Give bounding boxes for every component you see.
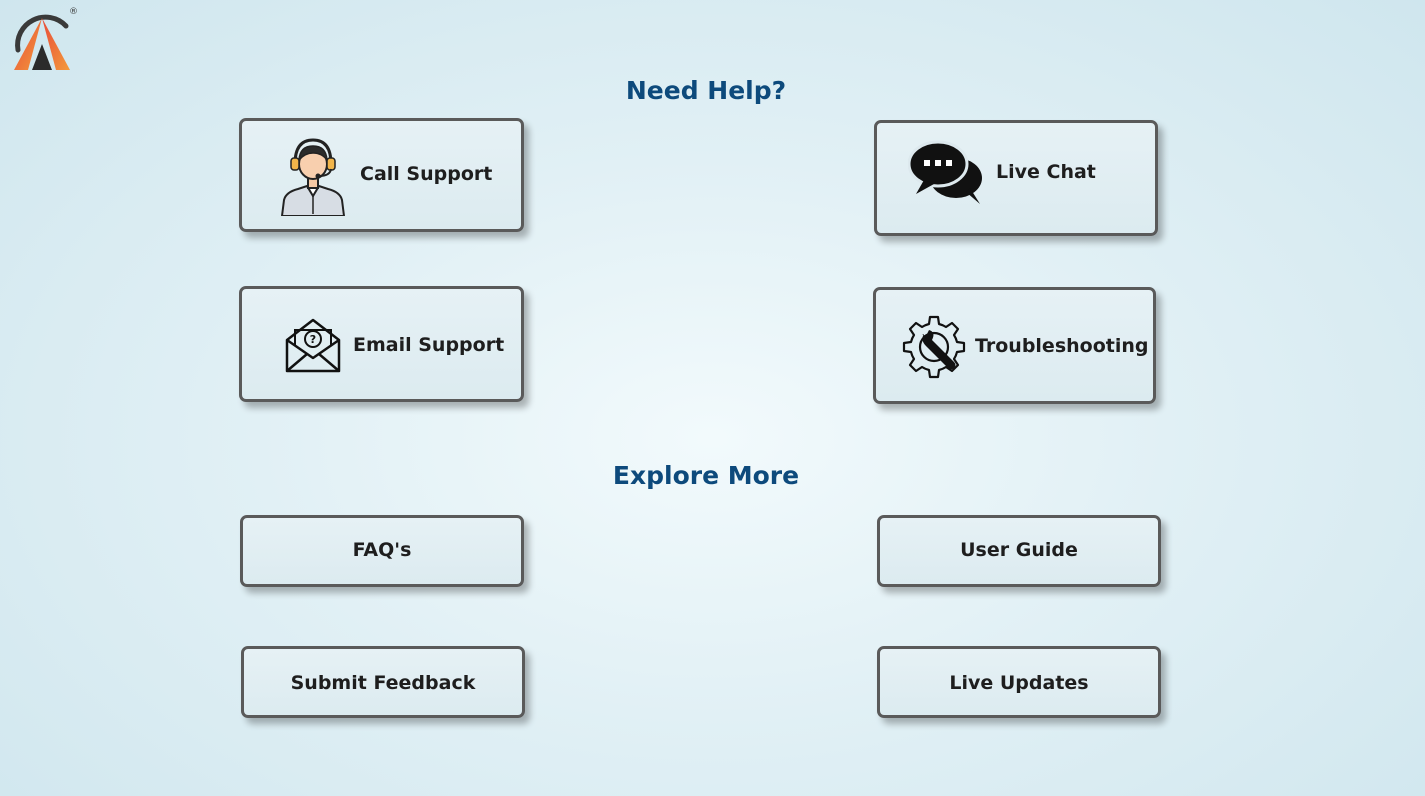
- brand-logo[interactable]: ®: [8, 4, 80, 74]
- troubleshooting-button[interactable]: Troubleshooting: [873, 287, 1156, 404]
- submit-feedback-label: Submit Feedback: [290, 672, 476, 694]
- svg-text:?: ?: [310, 333, 316, 346]
- gear-wrench-icon: [902, 315, 966, 379]
- call-support-button[interactable]: Call Support: [239, 118, 524, 232]
- live-chat-label: Live Chat: [996, 161, 1096, 183]
- submit-feedback-button[interactable]: Submit Feedback: [241, 646, 525, 718]
- user-guide-button[interactable]: User Guide: [877, 515, 1161, 587]
- headset-agent-icon: [280, 138, 346, 216]
- registered-mark: ®: [69, 7, 78, 17]
- explore-more-heading: Explore More: [612, 461, 800, 490]
- email-question-icon: ?: [285, 318, 341, 373]
- user-guide-label: User Guide: [960, 539, 1078, 561]
- need-help-heading: Need Help?: [625, 76, 787, 105]
- faqs-label: FAQ's: [352, 539, 412, 561]
- live-chat-button[interactable]: Live Chat: [874, 120, 1158, 236]
- live-updates-label: Live Updates: [949, 672, 1089, 694]
- faqs-button[interactable]: FAQ's: [240, 515, 524, 587]
- email-support-button[interactable]: ? Email Support: [239, 286, 524, 402]
- email-support-label: Email Support: [353, 334, 505, 356]
- chat-bubbles-icon: [908, 140, 982, 204]
- troubleshooting-label: Troubleshooting: [975, 335, 1149, 357]
- live-updates-button[interactable]: Live Updates: [877, 646, 1161, 718]
- call-support-label: Call Support: [360, 163, 493, 185]
